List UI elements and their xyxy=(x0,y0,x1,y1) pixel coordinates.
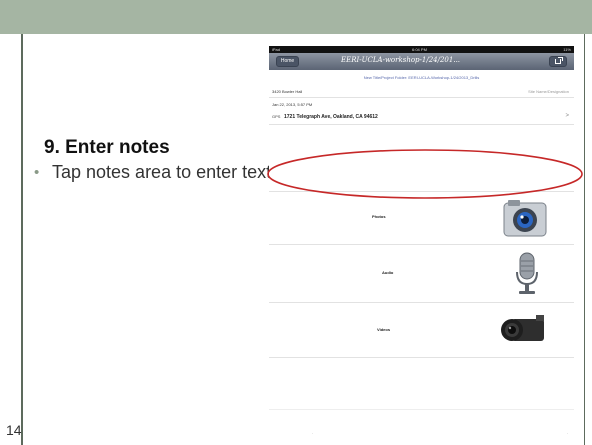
address-row[interactable]: GPS 1721 Telegraph Ave, Oakland, CA 9461… xyxy=(269,109,574,125)
building-field[interactable]: 3420 Bowler Hall Site Name/Designation xyxy=(269,85,574,98)
video-camera-icon[interactable] xyxy=(498,313,548,347)
microphone-icon[interactable] xyxy=(514,252,540,296)
photos-label: Photos xyxy=(372,214,386,219)
building-name: 3420 Bowler Hall xyxy=(272,89,303,94)
project-folder-line: New Title/Project Folder: EERI-UCLA-Work… xyxy=(363,75,480,80)
home-button[interactable]: Home xyxy=(276,56,299,67)
share-button[interactable] xyxy=(549,56,567,67)
videos-row[interactable]: Videos xyxy=(269,302,574,358)
slide-number: 14 xyxy=(6,422,22,438)
audio-label: Audio xyxy=(382,270,394,275)
carrier-label: iPad xyxy=(272,47,281,52)
footer-dot-left: . xyxy=(312,430,314,435)
status-time: 6:04 PM xyxy=(412,47,427,52)
chevron-right-icon: > xyxy=(565,113,569,119)
nav-bar: Home EERI-UCLA-workshop-1/24/201... xyxy=(269,53,574,70)
list-divider xyxy=(269,409,574,410)
ipad-screenshot: iPad 6:04 PM 11% Home EERI-UCLA-workshop… xyxy=(269,46,574,445)
left-divider xyxy=(21,34,23,445)
project-title: EERI-UCLA-workshop-1/24/201... xyxy=(341,56,461,64)
footer-dot-right: . xyxy=(567,430,569,435)
timestamp: Jan 22, 2013, 5:57 PM xyxy=(272,102,313,107)
gps-icon: GPS xyxy=(272,114,281,119)
right-divider xyxy=(584,34,585,445)
slide-title: 9. Enter notes xyxy=(44,137,170,158)
building-hint: Site Name/Designation xyxy=(528,89,569,94)
address-text: 1721 Telegraph Ave, Oakland, CA 94612 xyxy=(284,114,378,120)
status-bar: iPad 6:04 PM 11% xyxy=(269,46,574,53)
battery-level: 11% xyxy=(563,47,571,52)
audio-row[interactable]: Audio xyxy=(269,244,574,302)
videos-label: Videos xyxy=(377,327,391,332)
share-icon xyxy=(555,57,563,64)
bullet-dot-icon: • xyxy=(34,164,40,181)
camera-icon[interactable] xyxy=(503,200,547,238)
photos-row[interactable]: Photos xyxy=(269,191,574,244)
bullet-text: Tap notes area to enter text xyxy=(52,162,272,182)
slide-top-bar xyxy=(0,0,592,34)
notes-area[interactable] xyxy=(269,128,574,190)
